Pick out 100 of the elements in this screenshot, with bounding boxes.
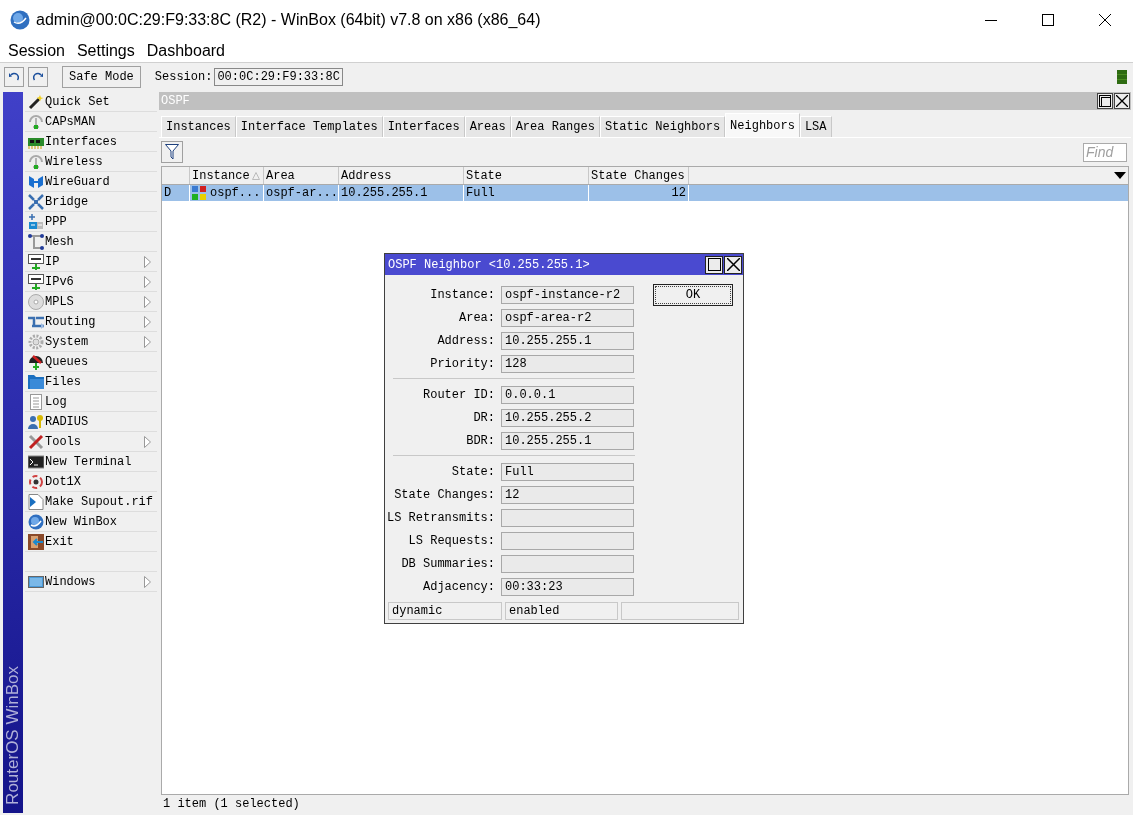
- status-indicator-icon: [1117, 69, 1127, 84]
- column-header[interactable]: Area: [264, 167, 339, 184]
- field-label: State Changes:: [393, 487, 496, 502]
- filter-button[interactable]: [161, 141, 183, 163]
- sidebar-item[interactable]: Log: [25, 392, 157, 412]
- sidebar-item[interactable]: Windows: [25, 572, 157, 592]
- sidebar-item[interactable]: Routing: [25, 312, 157, 332]
- sidebar-item[interactable]: Mesh: [25, 232, 157, 252]
- status-text: 1 item (1 selected): [162, 796, 301, 813]
- tab[interactable]: Areas: [464, 116, 511, 137]
- sidebar-item[interactable]: Exit: [25, 532, 157, 552]
- terminal-icon: [28, 453, 44, 470]
- tab[interactable]: LSA: [799, 116, 832, 137]
- status-cell: enabled: [505, 602, 618, 620]
- brand-label: RouterOS WinBox: [3, 666, 23, 805]
- antenna-icon: [28, 113, 44, 130]
- table-cell: 12: [589, 185, 689, 201]
- value-field: ospf-instance-r2: [501, 285, 634, 304]
- undo-button[interactable]: [4, 66, 24, 87]
- field-label: Address:: [436, 333, 496, 348]
- sidebar-item[interactable]: New Terminal: [25, 452, 157, 472]
- field-label: DR:: [472, 410, 496, 425]
- sidebar-item[interactable]: Interfaces: [25, 132, 157, 152]
- tab[interactable]: Interfaces: [382, 116, 465, 137]
- globe-icon: [28, 513, 44, 530]
- find-field[interactable]: Find: [1083, 142, 1127, 162]
- sidebar-item[interactable]: Queues: [25, 352, 157, 372]
- value-field: 0.0.0.1: [501, 385, 634, 404]
- undo-icon: [8, 70, 20, 83]
- network-icon: [28, 213, 44, 230]
- field-label: Area:: [458, 310, 496, 325]
- session-label: Session:: [154, 69, 213, 84]
- sidebar-item[interactable]: Wireless: [25, 152, 157, 172]
- close-icon: [1098, 14, 1111, 26]
- value-field: 10.255.255.1: [501, 431, 634, 450]
- gear-icon: [28, 333, 44, 350]
- disc-icon: [28, 293, 44, 310]
- dialog-title: OSPF Neighbor <10.255.255.1>: [388, 257, 591, 272]
- value-field: 12: [501, 485, 634, 504]
- safe-mode-button[interactable]: Safe Mode: [62, 65, 141, 88]
- target-icon: [28, 473, 44, 490]
- sidebar-item[interactable]: Tools: [25, 432, 157, 452]
- tab[interactable]: Neighbors: [725, 113, 800, 137]
- tab[interactable]: Area Ranges: [510, 116, 600, 137]
- menu-item[interactable]: Settings: [70, 42, 141, 60]
- sidebar-item[interactable]: WireGuard: [25, 172, 157, 192]
- display-icon: [28, 253, 44, 270]
- field-label: Router ID:: [422, 387, 496, 402]
- sidebar-item[interactable]: Bridge: [25, 192, 157, 212]
- close-button[interactable]: [724, 255, 742, 274]
- field-label: Instance:: [429, 287, 496, 302]
- column-header[interactable]: Address: [339, 167, 464, 184]
- sidebar-item[interactable]: CAPsMAN: [25, 112, 157, 132]
- field-label: LS Retransmits:: [385, 510, 496, 525]
- column-header[interactable]: State: [464, 167, 589, 184]
- panel-title: OSPF: [161, 94, 191, 108]
- sidebar-item[interactable]: IP: [25, 252, 157, 272]
- wings-icon: [28, 173, 44, 190]
- field-label: BDR:: [465, 433, 496, 448]
- display-icon: [28, 273, 44, 290]
- folder-icon: [28, 373, 44, 390]
- ok-button[interactable]: OK: [653, 284, 733, 306]
- redo-button[interactable]: [28, 66, 48, 87]
- tab[interactable]: Instances: [161, 116, 236, 137]
- app-logo-icon: [10, 10, 30, 30]
- maximize-button[interactable]: [705, 255, 723, 274]
- document-icon: [28, 393, 44, 410]
- value-field: ospf-area-r2: [501, 308, 634, 327]
- arrows-icon: [28, 193, 44, 210]
- sidebar-item[interactable]: MPLS: [25, 292, 157, 312]
- field-label: DB Summaries:: [400, 556, 496, 571]
- column-header[interactable]: State Changes: [589, 167, 689, 184]
- sidebar-item[interactable]: New WinBox: [25, 512, 157, 532]
- window-icon: [28, 573, 44, 590]
- squares-icon: [192, 186, 206, 200]
- user-key-icon: [28, 413, 44, 430]
- menu-item[interactable]: Dashboard: [140, 42, 231, 60]
- field-label: Adjacency:: [422, 579, 496, 594]
- table-cell: ospf...: [190, 185, 264, 201]
- column-header[interactable]: Instance: [190, 167, 264, 184]
- column-menu-icon[interactable]: [1114, 171, 1126, 180]
- sidebar-item[interactable]: IPv6: [25, 272, 157, 292]
- exit-icon: [28, 533, 44, 550]
- restore-button[interactable]: [1097, 93, 1113, 109]
- close-button[interactable]: [1114, 93, 1130, 109]
- nodes-icon: [28, 233, 44, 250]
- tab[interactable]: Static Neighbors: [599, 116, 726, 137]
- sidebar-item[interactable]: Quick Set: [25, 92, 157, 112]
- table-cell: ospf-ar...: [264, 185, 339, 201]
- sidebar-item[interactable]: Files: [25, 372, 157, 392]
- sidebar-item[interactable]: System: [25, 332, 157, 352]
- flag-cell: D: [162, 185, 190, 201]
- sidebar-item[interactable]: Make Supout.rif: [25, 492, 157, 512]
- menu-item[interactable]: Session: [2, 42, 71, 60]
- sidebar-item[interactable]: Dot1X: [25, 472, 157, 492]
- sidebar-item[interactable]: RADIUS: [25, 412, 157, 432]
- window-title: admin@00:0C:29:F9:33:8C (R2) - WinBox (64bit) v7.8 on x86 (x86_64): [36, 11, 542, 29]
- sidebar-item[interactable]: PPP: [25, 212, 157, 232]
- table-row[interactable]: D ospf... ospf-ar... 10.255.255.1 Full 12: [162, 185, 1128, 201]
- tab[interactable]: Interface Templates: [235, 116, 383, 137]
